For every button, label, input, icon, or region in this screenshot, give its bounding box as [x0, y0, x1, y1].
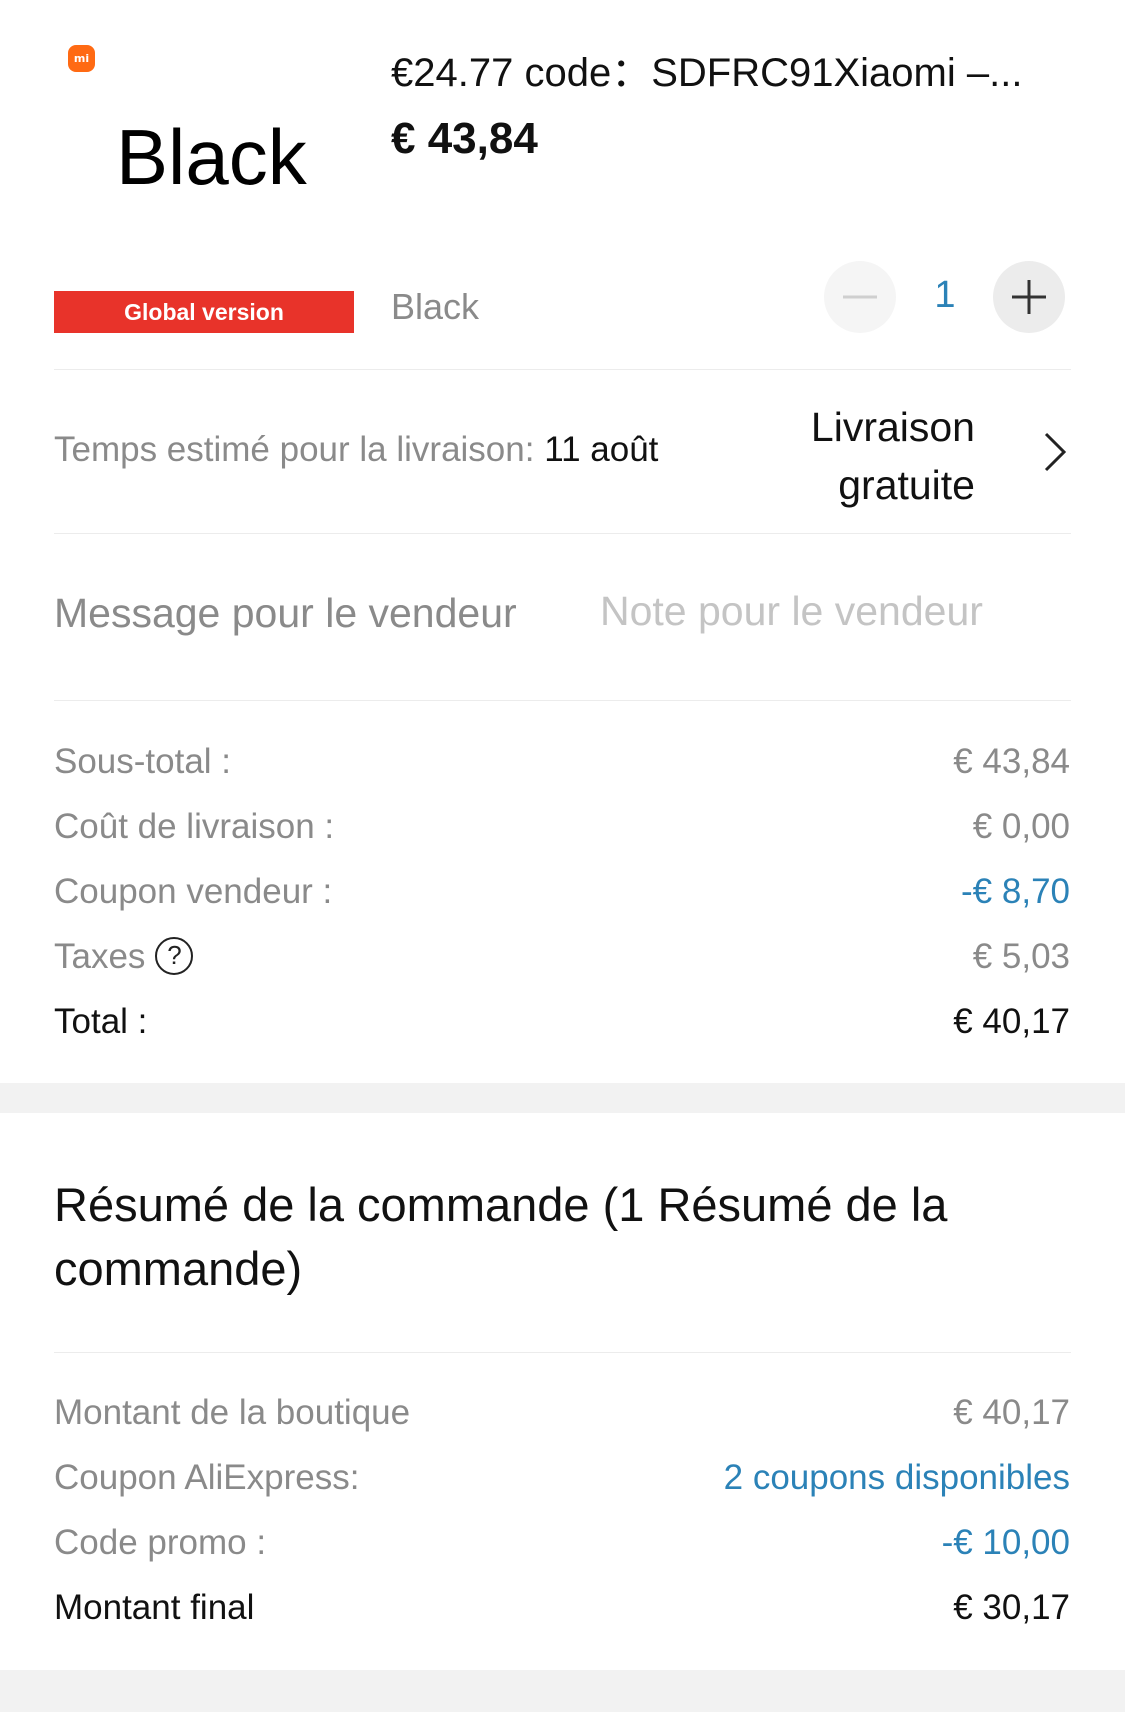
divider [54, 1352, 1071, 1353]
promo-code-value[interactable]: -€ 10,00 [942, 1523, 1070, 1563]
seller-message-label: Message pour le vendeur [54, 590, 517, 636]
quantity-decrease-button[interactable] [824, 261, 896, 333]
subtotal-value: € 43,84 [953, 742, 1070, 781]
quantity-increase-button[interactable] [993, 261, 1065, 333]
order-summary-card: Résumé de la commande (1 Résumé de la co… [0, 1113, 1125, 1670]
promo-code-label: Code promo : [54, 1523, 267, 1562]
chevron-right-icon[interactable] [1040, 430, 1070, 474]
order-item-card: mi Black €24.77 code：SDFRC91Xiaomi –... … [0, 0, 1125, 1083]
final-amount-value: € 30,17 [953, 1588, 1070, 1627]
taxes-label: Taxes [54, 937, 146, 976]
shipping-cost-label: Coût de livraison : [54, 807, 335, 846]
final-amount-label: Montant final [54, 1588, 255, 1627]
delivery-date: 11 août [544, 430, 659, 469]
seller-coupon-value[interactable]: -€ 8,70 [961, 872, 1070, 912]
xiaomi-logo: mi [68, 45, 95, 72]
quantity-value: 1 [934, 274, 956, 316]
minus-icon [843, 295, 877, 299]
product-price: € 43,84 [391, 114, 538, 163]
total-label: Total : [54, 1002, 148, 1041]
taxes-value: € 5,03 [972, 937, 1070, 976]
delivery-estimate-label: Temps estimé pour la livraison: [54, 430, 545, 469]
divider [54, 533, 1071, 534]
shipping-method-label[interactable]: Livraison gratuite [760, 398, 975, 514]
aliexpress-coupon-link[interactable]: 2 coupons disponibles [724, 1458, 1070, 1498]
product-variant: Black [391, 286, 480, 327]
shipping-cost-value: € 0,00 [972, 807, 1070, 846]
delivery-estimate: Temps estimé pour la livraison: 11 août [54, 430, 658, 470]
seller-note-input[interactable] [600, 588, 1070, 635]
shop-amount-label: Montant de la boutique [54, 1393, 411, 1432]
product-thumbnail[interactable]: Black [116, 112, 307, 203]
plus-icon [1012, 280, 1046, 314]
product-title[interactable]: €24.77 code：SDFRC91Xiaomi –... [391, 40, 1061, 98]
taxes-row: Taxes? [54, 936, 194, 978]
aliexpress-coupon-label: Coupon AliExpress: [54, 1458, 360, 1497]
help-icon[interactable]: ? [155, 936, 194, 975]
subtotal-label: Sous-total : [54, 742, 232, 781]
divider [54, 700, 1071, 701]
total-value: € 40,17 [953, 1002, 1070, 1041]
global-version-badge: Global version [54, 291, 354, 333]
order-summary-title: Résumé de la commande (1 Résumé de la co… [54, 1178, 948, 1295]
seller-coupon-label: Coupon vendeur : [54, 872, 333, 911]
divider [54, 369, 1071, 370]
shop-amount-value: € 40,17 [953, 1393, 1070, 1432]
